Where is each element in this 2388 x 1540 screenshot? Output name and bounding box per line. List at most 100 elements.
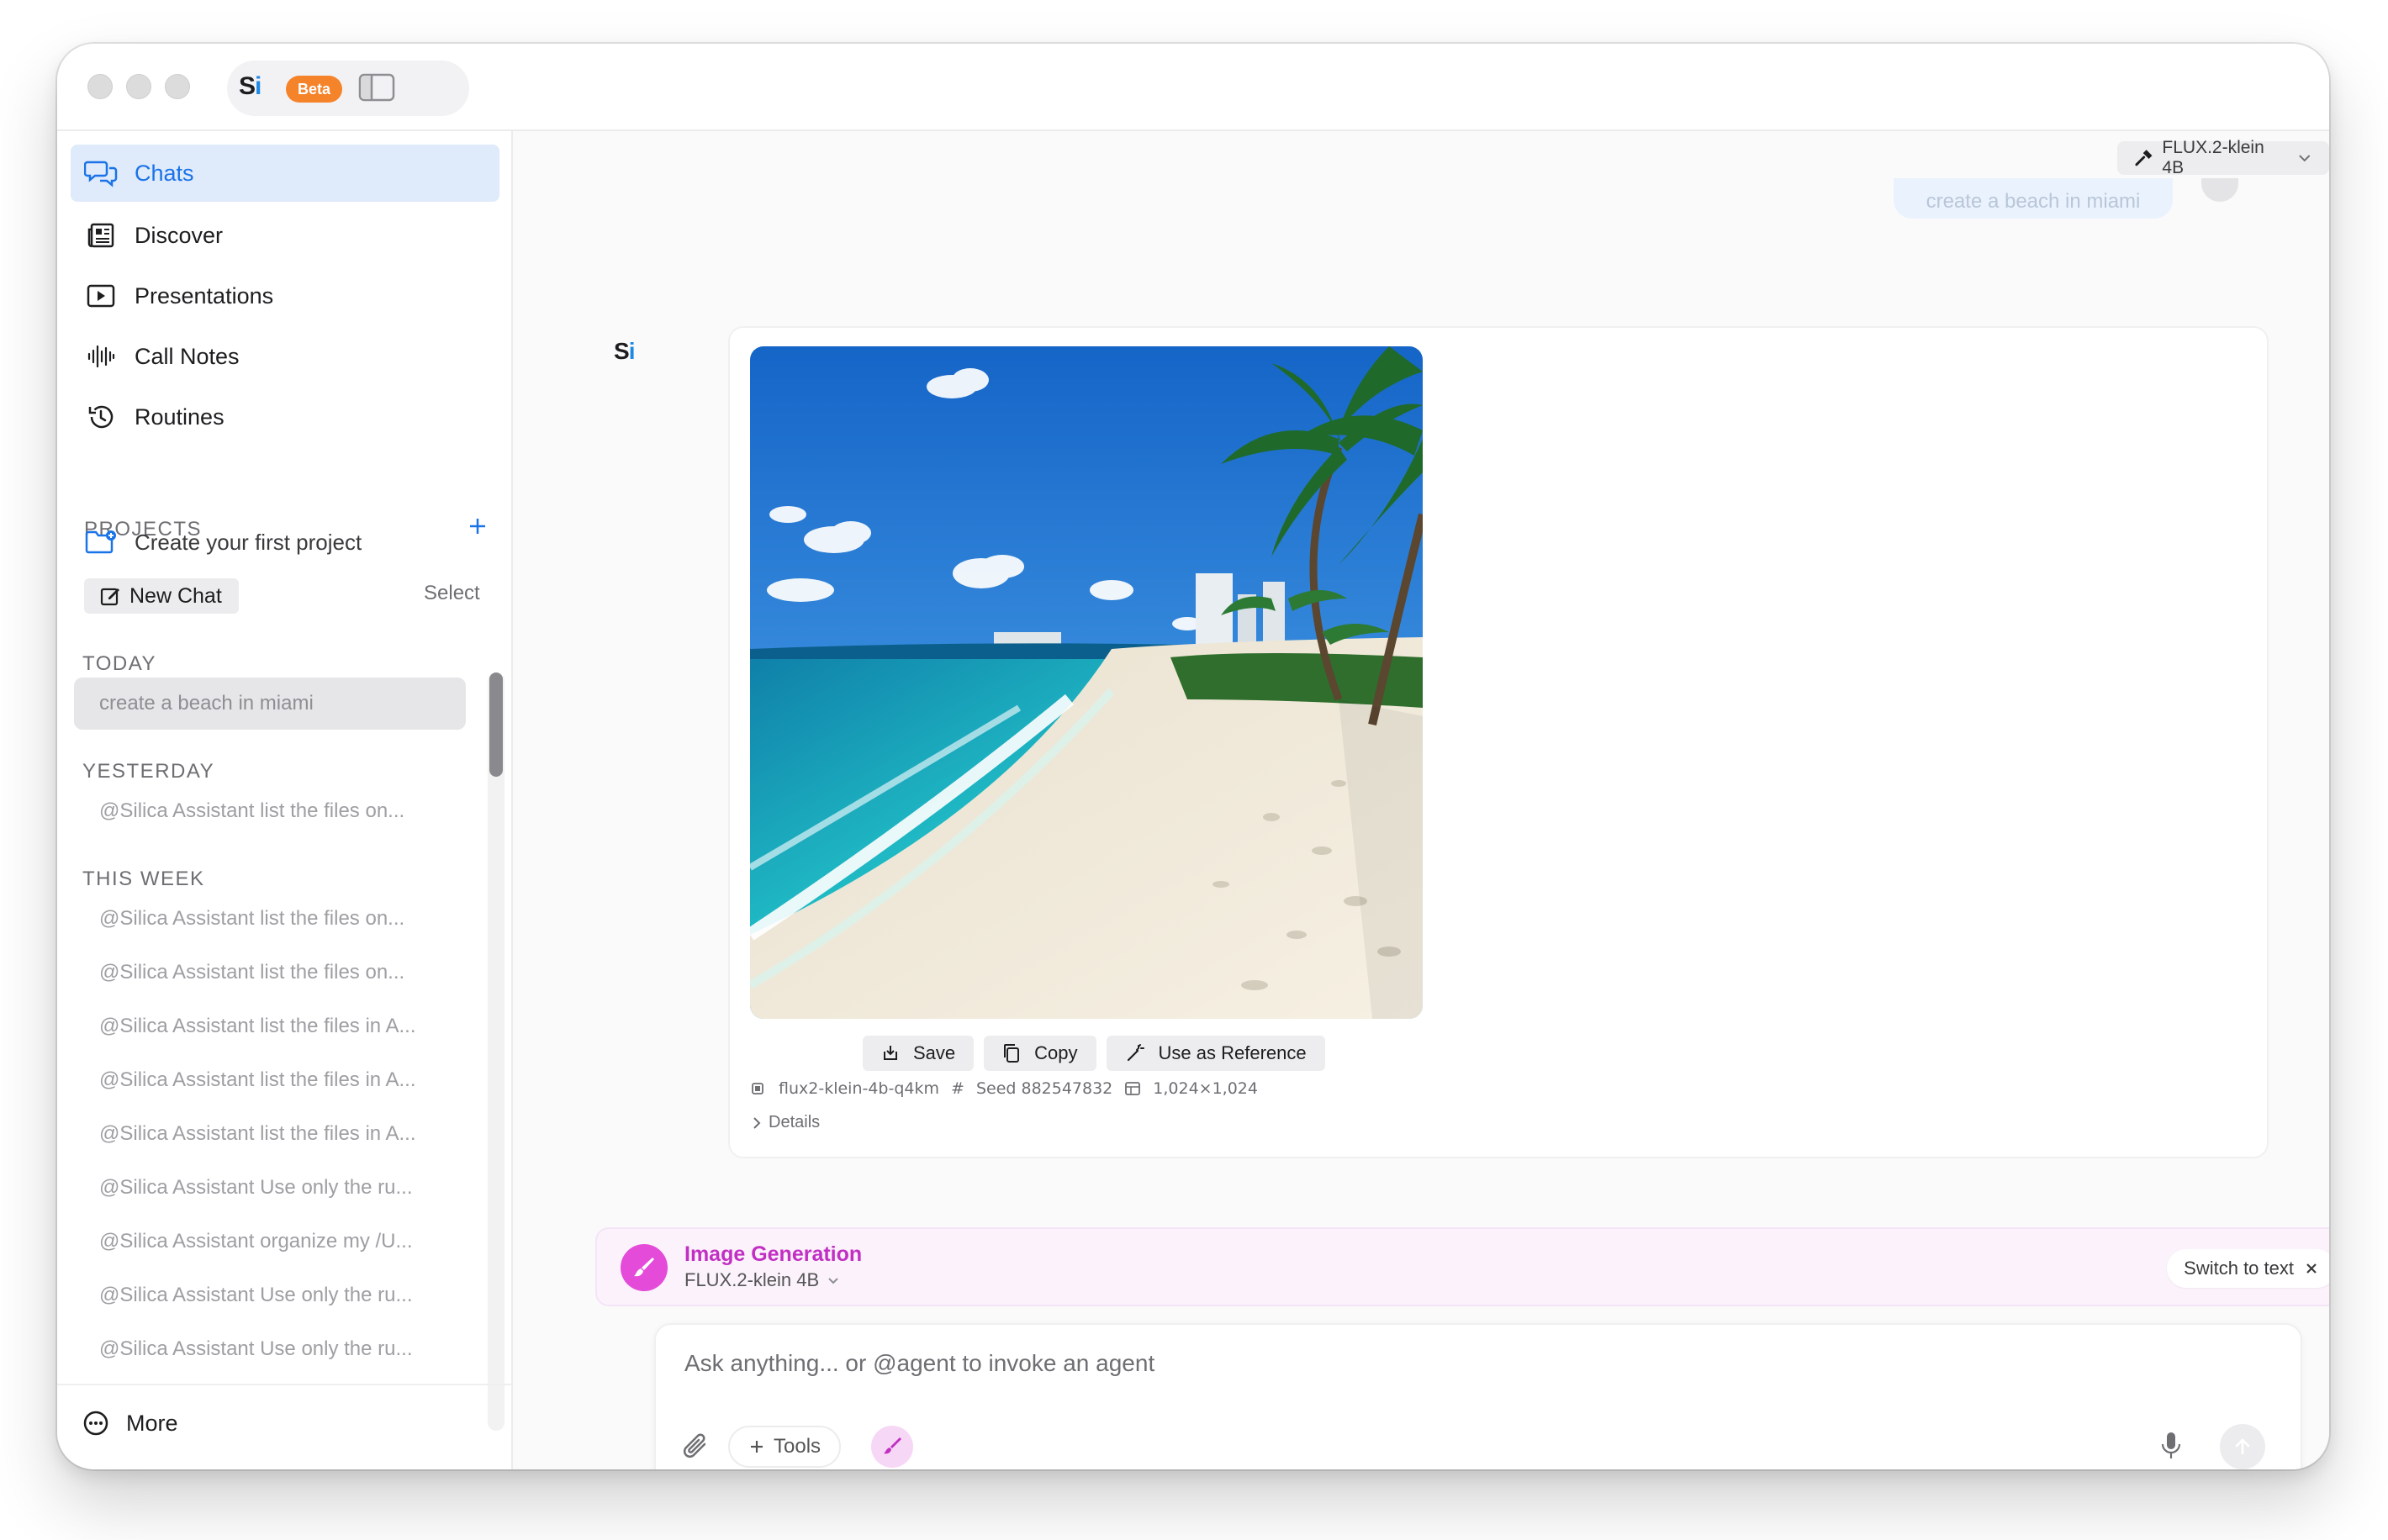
today-header: TODAY [82, 652, 156, 675]
generation-metadata: flux2-klein-4b-q4km # Seed 882547832 1,0… [750, 1079, 1258, 1098]
history-icon [84, 400, 118, 434]
copy-label: Copy [1034, 1042, 1078, 1063]
message-composer[interactable]: Ask anything... or @agent to invoke an a… [654, 1323, 2302, 1469]
message-input[interactable]: Ask anything... or @agent to invoke an a… [684, 1350, 1154, 1377]
assistant-message-card: Save Copy Use as Reference flux2-klein-4… [728, 326, 2269, 1158]
switch-to-text-button[interactable]: Switch to text [2167, 1249, 2329, 1288]
hash-icon: # [951, 1079, 964, 1098]
chat-history-item[interactable]: @Silica Assistant Use only the ru... [74, 1162, 466, 1214]
divider [57, 1384, 511, 1385]
chat-history-item[interactable]: @Silica Assistant list the files on... [74, 947, 466, 999]
title-bar: Si Beta [57, 44, 2329, 131]
title-bar-group: Si Beta [227, 61, 469, 116]
sidebar-item-routines[interactable]: Routines [71, 388, 499, 446]
details-label: Details [769, 1113, 821, 1131]
play-icon [84, 279, 118, 313]
create-project-link[interactable]: Create your first project [84, 521, 362, 563]
compose-icon [100, 588, 119, 606]
sidebar-item-discover[interactable]: Discover [71, 207, 499, 264]
sidebar-item-call-notes[interactable]: Call Notes [71, 328, 499, 385]
sidebar-item-label: Routines [135, 403, 225, 430]
image-generation-mode-bar: Image Generation FLUX.2-klein 4B Switch … [595, 1227, 2329, 1306]
image-generation-title: Image Generation [684, 1242, 863, 1266]
more-label: More [126, 1410, 178, 1436]
paperclip-icon [683, 1433, 706, 1458]
seed-value: Seed 882547832 [975, 1079, 1113, 1098]
download-icon [881, 1044, 900, 1063]
chat-history-item[interactable]: @Silica Assistant list the files in A... [74, 1108, 466, 1160]
sidebar-item-chats[interactable]: Chats [71, 145, 499, 202]
image-size: 1,024×1,024 [1153, 1079, 1258, 1098]
paintbrush-icon [884, 1437, 901, 1454]
model-selector[interactable]: FLUX.2-klein 4B [2117, 138, 2329, 177]
image-generation-model-selector[interactable]: FLUX.2-klein 4B [684, 1269, 841, 1291]
chat-history-item[interactable]: @Silica Assistant list the files in A... [74, 1000, 466, 1052]
user-message-text: create a beach in miami [1926, 190, 2141, 213]
save-label: Save [913, 1042, 956, 1063]
paintbrush-icon [621, 1244, 668, 1291]
sidebar-scrollbar[interactable] [488, 672, 505, 1431]
zoom-window-button[interactable] [165, 74, 190, 99]
add-project-button[interactable] [461, 509, 494, 543]
chats-icon [84, 156, 118, 190]
switch-to-text-label: Switch to text [2184, 1258, 2294, 1279]
more-button[interactable]: More [82, 1402, 178, 1444]
newspaper-icon [84, 219, 118, 252]
chat-history-item[interactable]: @Silica Assistant list the files in A... [74, 1054, 466, 1106]
chat-history-item[interactable]: create a beach in miami [74, 678, 466, 730]
chat-history-item[interactable]: @Silica Assistant organize my /U... [74, 1216, 466, 1268]
tools-label: Tools [774, 1435, 822, 1458]
model-name: flux2-klein-4b-q4km [779, 1079, 940, 1098]
dimensions-icon [1125, 1082, 1141, 1095]
chevron-down-icon [2298, 155, 2310, 162]
app-logo: Si [239, 72, 262, 100]
chat-history-item[interactable]: @Silica Assistant list the files on... [74, 893, 466, 945]
sidebar-scroll-thumb[interactable] [489, 672, 503, 777]
tools-button[interactable]: Tools [728, 1426, 842, 1468]
folder-add-icon [85, 530, 116, 554]
save-button[interactable]: Save [863, 1036, 975, 1071]
waveform-icon [84, 340, 118, 373]
copy-button[interactable]: Copy [984, 1036, 1096, 1071]
sidebar-toggle-button[interactable] [358, 72, 395, 103]
image-actions: Save Copy Use as Reference [863, 1036, 1325, 1071]
microphone-icon [2161, 1432, 2181, 1458]
attach-button[interactable] [678, 1427, 715, 1464]
sidebar-item-presentations[interactable]: Presentations [71, 267, 499, 324]
chevron-right-icon [753, 1116, 761, 1129]
user-avatar [2201, 177, 2238, 202]
select-button[interactable]: Select [424, 582, 480, 605]
sidebar-item-label: Discover [135, 222, 224, 248]
chat-history-item[interactable]: @Silica Assistant list the files on... [74, 785, 466, 837]
this-week-header: THIS WEEK [82, 868, 205, 890]
send-button[interactable] [2220, 1424, 2265, 1469]
voice-input-button[interactable] [2153, 1427, 2190, 1464]
yesterday-header: YESTERDAY [82, 760, 215, 783]
chip-icon [752, 1083, 763, 1094]
use-as-reference-button[interactable]: Use as Reference [1106, 1036, 1325, 1071]
plus-icon [751, 1441, 763, 1453]
image-mode-toggle[interactable] [871, 1426, 913, 1468]
generated-image[interactable] [750, 346, 1423, 1019]
copy-icon [1002, 1043, 1021, 1063]
main-panel: create a beach in miami FLUX.2-klein 4B … [515, 131, 2329, 1469]
chat-history-item[interactable]: @Silica Assistant Use only the ru... [74, 1269, 466, 1321]
magic-wand-icon [1125, 1043, 1145, 1063]
model-selector-label: FLUX.2-klein 4B [2162, 138, 2264, 177]
chat-history-item[interactable]: @Silica Assistant Use only the ru... [74, 1323, 466, 1375]
new-chat-button[interactable]: New Chat [84, 578, 239, 614]
sidebar: Chats Discover Presentations Call Notes … [57, 131, 513, 1469]
image-generation-model: FLUX.2-klein 4B [684, 1269, 820, 1290]
assistant-avatar: Si [614, 338, 636, 364]
sidebar-toggle-icon [358, 73, 395, 102]
chevron-down-icon [828, 1278, 838, 1284]
close-window-button[interactable] [87, 74, 113, 99]
plus-icon [470, 519, 485, 534]
new-chat-label: New Chat [129, 583, 222, 608]
details-toggle[interactable]: Details [750, 1113, 820, 1132]
create-project-label: Create your first project [135, 529, 362, 555]
minimize-window-button[interactable] [126, 74, 151, 99]
more-icon [83, 1411, 108, 1436]
sidebar-item-label: Presentations [135, 282, 274, 309]
close-icon [2306, 1263, 2317, 1274]
